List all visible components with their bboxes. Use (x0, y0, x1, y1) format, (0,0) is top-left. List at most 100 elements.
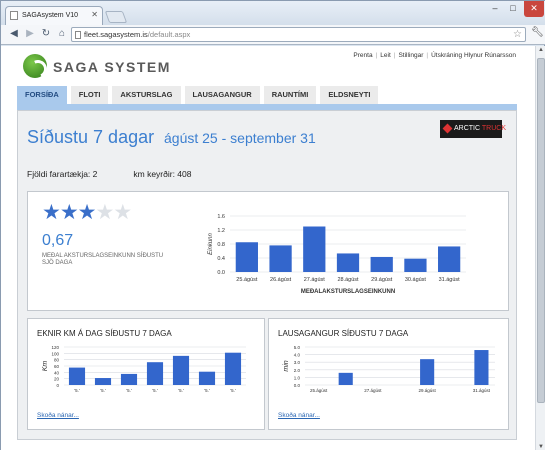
bar (224, 352, 242, 385)
scroll-up-icon[interactable]: ▲ (537, 47, 545, 53)
scroll-down-icon[interactable]: ▼ (537, 444, 545, 450)
star-filled-icon: ★ (77, 201, 97, 224)
fleet-stats: Fjöldi farartækja: 2 km keyrðir: 408 (27, 169, 192, 179)
reload-icon[interactable]: ↻ (39, 27, 53, 41)
y-axis-label: Km (42, 361, 49, 372)
y-axis-label: min (283, 360, 290, 371)
idle-card-title: LAUSAGANGUR SÍÐUSTU 7 DAGA (278, 329, 409, 338)
x-tick-label: '5.' (152, 388, 158, 393)
x-tick-label: '5.' (126, 388, 132, 393)
page-scrollbar[interactable]: ▲ ▼ (535, 46, 545, 450)
nav-item-rauntimi[interactable]: RAUNTÍMI (263, 86, 317, 104)
star-empty-icon: ★ (113, 201, 132, 224)
new-tab-button[interactable] (104, 11, 128, 23)
nav-item-lausagangur[interactable]: LAUSAGANGUR (184, 86, 260, 104)
bar (336, 253, 360, 272)
y-tick-label: 0 (56, 383, 59, 388)
dashboard-panel: Síðustu 7 dagar ágúst 25 - september 31 … (17, 110, 517, 440)
y-tick-label: 0.0 (294, 383, 301, 388)
km-per-day-chart: 020 406080 100120 Km '5.' '5.' '5.' '5.' '5.' '5.… (42, 345, 246, 393)
settings-link[interactable]: Stillingar (398, 52, 423, 59)
star-empty-icon: ★ (95, 201, 114, 224)
bar (120, 373, 138, 385)
driving-score-card: ★★★★★ 0,67 MEÐAL AKSTURSLAGSEINKUNN SÍÐU… (27, 191, 509, 311)
forward-arrow-icon[interactable]: ▶ (23, 27, 37, 41)
x-axis-label: MEÐALAKSTURSLAGSEINKUNN (301, 289, 395, 295)
maximize-icon[interactable]: □ (504, 1, 522, 17)
y-tick-label: 0.0 (217, 270, 225, 276)
x-tick-label: '5.' (204, 388, 210, 393)
score-value: 0,67 (42, 232, 74, 249)
bar (474, 350, 489, 385)
page-title: Síðustu 7 dagar (27, 127, 155, 147)
x-tick-label: 31.ágúst (439, 277, 461, 283)
nav-item-floti[interactable]: FLOTI (70, 86, 109, 104)
y-tick-label: 60 (54, 364, 60, 369)
star-filled-icon: ★ (42, 201, 61, 224)
nav-item-eldsneyti[interactable]: ELDSNEYTI (320, 86, 379, 104)
brand-a: ARCTIC (454, 125, 481, 132)
bar (438, 246, 461, 272)
url-path: /default.aspx (147, 30, 191, 39)
back-arrow-icon[interactable]: ◀ (7, 27, 21, 41)
y-tick-label: 20 (54, 377, 60, 382)
arctic-truck-logo: ARCTIC TRUCK (440, 120, 506, 138)
page-favicon-icon (10, 11, 18, 20)
x-tick-label: 30.ágúst (405, 277, 427, 283)
x-tick-label: 29.ágúst (419, 388, 437, 393)
y-tick-label: 1.6 (217, 214, 225, 220)
brand-b: TRUCK (481, 125, 507, 132)
page-icon (75, 31, 81, 39)
y-tick-label: 4.0 (294, 353, 301, 358)
star-filled-icon: ★ (59, 201, 79, 224)
y-tick-label: 0.8 (217, 242, 225, 248)
y-tick-label: 1.2 (217, 228, 225, 234)
search-link[interactable]: Leit (380, 52, 390, 59)
browser-toolbar: ◀ ▶ ↻ ⌂ fleet.sagasystem.is/default.aspx… (1, 25, 545, 45)
print-link[interactable]: Prenta (353, 52, 372, 59)
scroll-thumb[interactable] (537, 58, 545, 403)
idle-more-link[interactable]: Skoða nánar... (278, 412, 320, 419)
bar (94, 378, 112, 385)
tab-strip: SAGAsystem V10 ✕ – □ ✕ (1, 1, 545, 25)
browser-tab[interactable]: SAGAsystem V10 ✕ (5, 6, 103, 25)
y-tick-label: 1.0 (294, 375, 301, 380)
y-tick-label: 100 (51, 351, 59, 356)
bar (198, 371, 216, 385)
bar (303, 226, 326, 272)
tab-title: SAGAsystem V10 (22, 12, 79, 19)
tab-close-icon[interactable]: ✕ (91, 10, 98, 19)
y-tick-label: 0.4 (217, 256, 225, 262)
x-tick-label: 26.ágúst (270, 277, 292, 283)
y-axis-label: Einkunn (208, 232, 214, 254)
km-more-link[interactable]: Skoða nánar... (37, 412, 79, 419)
nav-item-forsida[interactable]: FORSÍÐA (17, 86, 67, 104)
x-tick-label: '5.' (100, 388, 106, 393)
main-nav: FORSÍÐA FLOTI AKSTURSLAG LAUSAGANGUR RAU… (17, 86, 382, 104)
km-card-title: EKNIR KM Á DAG SÍÐUSTU 7 DAGA (37, 329, 172, 338)
y-tick-label: 40 (54, 370, 60, 375)
bookmark-star-icon[interactable]: ☆ (513, 28, 522, 41)
y-tick-label: 80 (54, 358, 60, 363)
x-tick-label: 25.ágúst (310, 388, 328, 393)
x-tick-label: 31.ágúst (473, 388, 491, 393)
score-caption: MEÐAL AKSTURSLAGSEINKUNN SÍÐUSTU SJÖ DAG… (42, 253, 164, 266)
x-tick-label: 27.ágúst (364, 388, 382, 393)
address-bar[interactable]: fleet.sagasystem.is/default.aspx ☆ (71, 27, 526, 42)
bar (68, 367, 86, 385)
nav-item-aksturslag[interactable]: AKSTURSLAG (112, 86, 181, 104)
minimize-icon[interactable]: – (486, 1, 504, 17)
km-driven: km keyrðir: 408 (133, 169, 192, 179)
home-icon[interactable]: ⌂ (55, 27, 69, 41)
x-tick-label: '5.' (230, 388, 236, 393)
logo-mark-icon (23, 54, 47, 78)
bar (172, 355, 190, 385)
wrench-icon[interactable]: 🔧︎ (531, 27, 544, 38)
vehicle-count: Fjöldi farartækja: 2 (27, 169, 98, 179)
url-host: fleet.sagasystem.is (84, 30, 148, 39)
close-window-icon[interactable]: ✕ (524, 1, 544, 17)
x-tick-label: 28.ágúst (337, 277, 359, 283)
bar (338, 372, 353, 385)
logout-link[interactable]: Útskráning Hlynur Rúnarsson (431, 52, 516, 59)
x-tick-label: 29.ágúst (371, 277, 393, 283)
